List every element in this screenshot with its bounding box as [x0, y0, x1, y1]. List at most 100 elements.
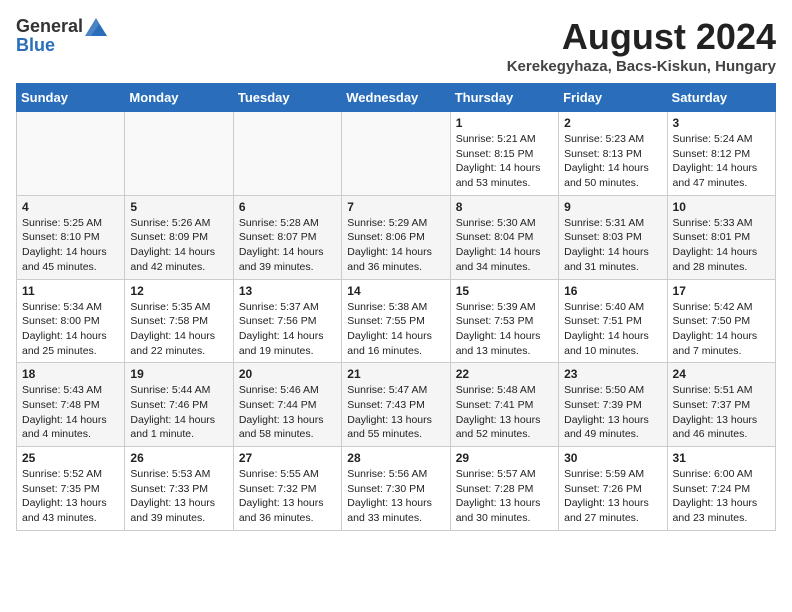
cell-line: Sunrise: 5:35 AM	[130, 301, 210, 313]
cell-line: Daylight: 14 hours	[130, 414, 215, 426]
cell-line: and 53 minutes.	[456, 177, 531, 189]
cell-line: Sunrise: 5:52 AM	[22, 468, 102, 480]
cell-line: Sunrise: 5:56 AM	[347, 468, 427, 480]
cell-line: Daylight: 14 hours	[673, 246, 758, 258]
cell-line: and 43 minutes.	[22, 512, 97, 524]
calendar-cell: 28 Sunrise: 5:56 AMSunset: 7:30 PMDayligh…	[342, 447, 450, 531]
cell-line: and 31 minutes.	[564, 261, 639, 273]
day-number: 21	[347, 367, 444, 381]
cell-line: Sunset: 8:07 PM	[239, 231, 317, 243]
cell-line: Sunrise: 5:38 AM	[347, 301, 427, 313]
cell-line: Sunrise: 5:31 AM	[564, 217, 644, 229]
calendar-cell: 24Sunrise: 5:51 AMSunset: 7:37 PMDayligh…	[667, 363, 775, 447]
day-number: 12	[130, 284, 227, 298]
cell-content: Sunrise: 5:55 AMSunset: 7:32 PMDaylight:…	[239, 467, 336, 526]
cell-line: Sunrise: 5:29 AM	[347, 217, 427, 229]
calendar-cell: 19Sunrise: 5:44 AMSunset: 7:46 PMDayligh…	[125, 363, 233, 447]
logo-blue-text: Blue	[16, 35, 55, 56]
cell-content: Sunrise: 5:56 AMSunset: 7:30 PMDaylight:…	[347, 467, 444, 526]
cell-line: and 55 minutes.	[347, 428, 422, 440]
cell-line: Daylight: 13 hours	[347, 497, 432, 509]
cell-content: Sunrise: 5:24 AMSunset: 8:12 PMDaylight:…	[673, 132, 770, 191]
calendar-cell: 21 Sunrise: 5:47 AMSunset: 7:43 PMDayligh…	[342, 363, 450, 447]
cell-line: Sunrise: 5:51 AM	[673, 384, 753, 396]
cell-line: Daylight: 13 hours	[456, 414, 541, 426]
cell-line: and 45 minutes.	[22, 261, 97, 273]
cell-line: Sunrise: 5:48 AM	[456, 384, 536, 396]
day-number: 16	[564, 284, 661, 298]
calendar-cell: 26Sunrise: 5:53 AMSunset: 7:33 PMDayligh…	[125, 447, 233, 531]
cell-line: Sunset: 8:12 PM	[673, 148, 751, 160]
cell-line: and 7 minutes.	[673, 345, 742, 357]
calendar-cell: 1Sunrise: 5:21 AMSunset: 8:15 PMDaylight…	[450, 112, 558, 196]
cell-line: Daylight: 13 hours	[564, 414, 649, 426]
cell-content: Sunrise: 5:50 AMSunset: 7:39 PMDaylight:…	[564, 383, 661, 442]
cell-line: Daylight: 14 hours	[239, 330, 324, 342]
calendar-cell: 11Sunrise: 5:34 AMSunset: 8:00 PMDayligh…	[17, 279, 125, 363]
cell-line: Daylight: 14 hours	[673, 330, 758, 342]
weekday-header: Wednesday	[342, 84, 450, 112]
cell-line: Sunrise: 5:40 AM	[564, 301, 644, 313]
calendar-cell: 6Sunrise: 5:28 AMSunset: 8:07 PMDaylight…	[233, 195, 341, 279]
cell-line: Sunset: 8:15 PM	[456, 148, 534, 160]
cell-content: Sunrise: 5:21 AMSunset: 8:15 PMDaylight:…	[456, 132, 553, 191]
cell-line: Sunrise: 5:23 AM	[564, 133, 644, 145]
cell-line: and 50 minutes.	[564, 177, 639, 189]
cell-line: Daylight: 14 hours	[564, 246, 649, 258]
day-number: 20	[239, 367, 336, 381]
cell-content: Sunrise: 5:47 AMSunset: 7:43 PMDaylight:…	[347, 383, 444, 442]
calendar-cell	[342, 112, 450, 196]
cell-content: Sunrise: 5:39 AMSunset: 7:53 PMDaylight:…	[456, 300, 553, 359]
day-number: 19	[130, 367, 227, 381]
calendar-table: SundayMondayTuesdayWednesdayThursdayFrid…	[16, 83, 776, 531]
cell-line: Sunset: 7:28 PM	[456, 483, 534, 495]
day-number: 27	[239, 451, 336, 465]
cell-line: Daylight: 14 hours	[22, 246, 107, 258]
calendar-cell	[125, 112, 233, 196]
day-number: 4	[22, 200, 119, 214]
cell-line: and 33 minutes.	[347, 512, 422, 524]
cell-content: Sunrise: 5:38 AMSunset: 7:55 PMDaylight:…	[347, 300, 444, 359]
cell-line: Daylight: 13 hours	[239, 414, 324, 426]
weekday-header: Thursday	[450, 84, 558, 112]
cell-line: Sunset: 7:26 PM	[564, 483, 642, 495]
title-area: August 2024 Kerekegyhaza, Bacs-Kiskun, H…	[507, 16, 776, 75]
cell-line: Sunrise: 5:37 AM	[239, 301, 319, 313]
day-number: 15	[456, 284, 553, 298]
cell-line: Sunset: 7:55 PM	[347, 315, 425, 327]
calendar-week-row: 18Sunrise: 5:43 AMSunset: 7:48 PMDayligh…	[17, 363, 776, 447]
cell-line: and 10 minutes.	[564, 345, 639, 357]
cell-content: Sunrise: 5:53 AMSunset: 7:33 PMDaylight:…	[130, 467, 227, 526]
cell-line: and 47 minutes.	[673, 177, 748, 189]
calendar-cell: 25Sunrise: 5:52 AMSunset: 7:35 PMDayligh…	[17, 447, 125, 531]
cell-line: Sunrise: 5:21 AM	[456, 133, 536, 145]
calendar-cell: 17Sunrise: 5:42 AMSunset: 7:50 PMDayligh…	[667, 279, 775, 363]
cell-line: Daylight: 14 hours	[564, 330, 649, 342]
calendar-cell: 2Sunrise: 5:23 AMSunset: 8:13 PMDaylight…	[559, 112, 667, 196]
day-number: 29	[456, 451, 553, 465]
day-number: 28	[347, 451, 444, 465]
location-title: Kerekegyhaza, Bacs-Kiskun, Hungary	[507, 58, 776, 75]
calendar-cell: 4Sunrise: 5:25 AMSunset: 8:10 PMDaylight…	[17, 195, 125, 279]
weekday-header: Saturday	[667, 84, 775, 112]
cell-line: and 39 minutes.	[130, 512, 205, 524]
cell-line: Sunrise: 5:42 AM	[673, 301, 753, 313]
cell-line: and 27 minutes.	[564, 512, 639, 524]
cell-line: and 4 minutes.	[22, 428, 91, 440]
day-number: 6	[239, 200, 336, 214]
cell-line: Sunset: 7:44 PM	[239, 399, 317, 411]
cell-line: and 28 minutes.	[673, 261, 748, 273]
calendar-cell: 12 Sunrise: 5:35 AMSunset: 7:58 PMDayligh…	[125, 279, 233, 363]
cell-content: Sunrise: 5:37 AMSunset: 7:56 PMDaylight:…	[239, 300, 336, 359]
cell-line: Daylight: 14 hours	[22, 330, 107, 342]
day-number: 31	[673, 451, 770, 465]
cell-line: Daylight: 13 hours	[130, 497, 215, 509]
calendar-cell: 8Sunrise: 5:30 AMSunset: 8:04 PMDaylight…	[450, 195, 558, 279]
cell-content: Sunrise: 5:35 AMSunset: 7:58 PMDaylight:…	[130, 300, 227, 359]
day-number: 7	[347, 200, 444, 214]
cell-line: Sunset: 8:13 PM	[564, 148, 642, 160]
cell-line: and 42 minutes.	[130, 261, 205, 273]
calendar-cell: 31Sunrise: 6:00 AMSunset: 7:24 PMDayligh…	[667, 447, 775, 531]
cell-line: Sunrise: 5:39 AM	[456, 301, 536, 313]
calendar-cell	[17, 112, 125, 196]
